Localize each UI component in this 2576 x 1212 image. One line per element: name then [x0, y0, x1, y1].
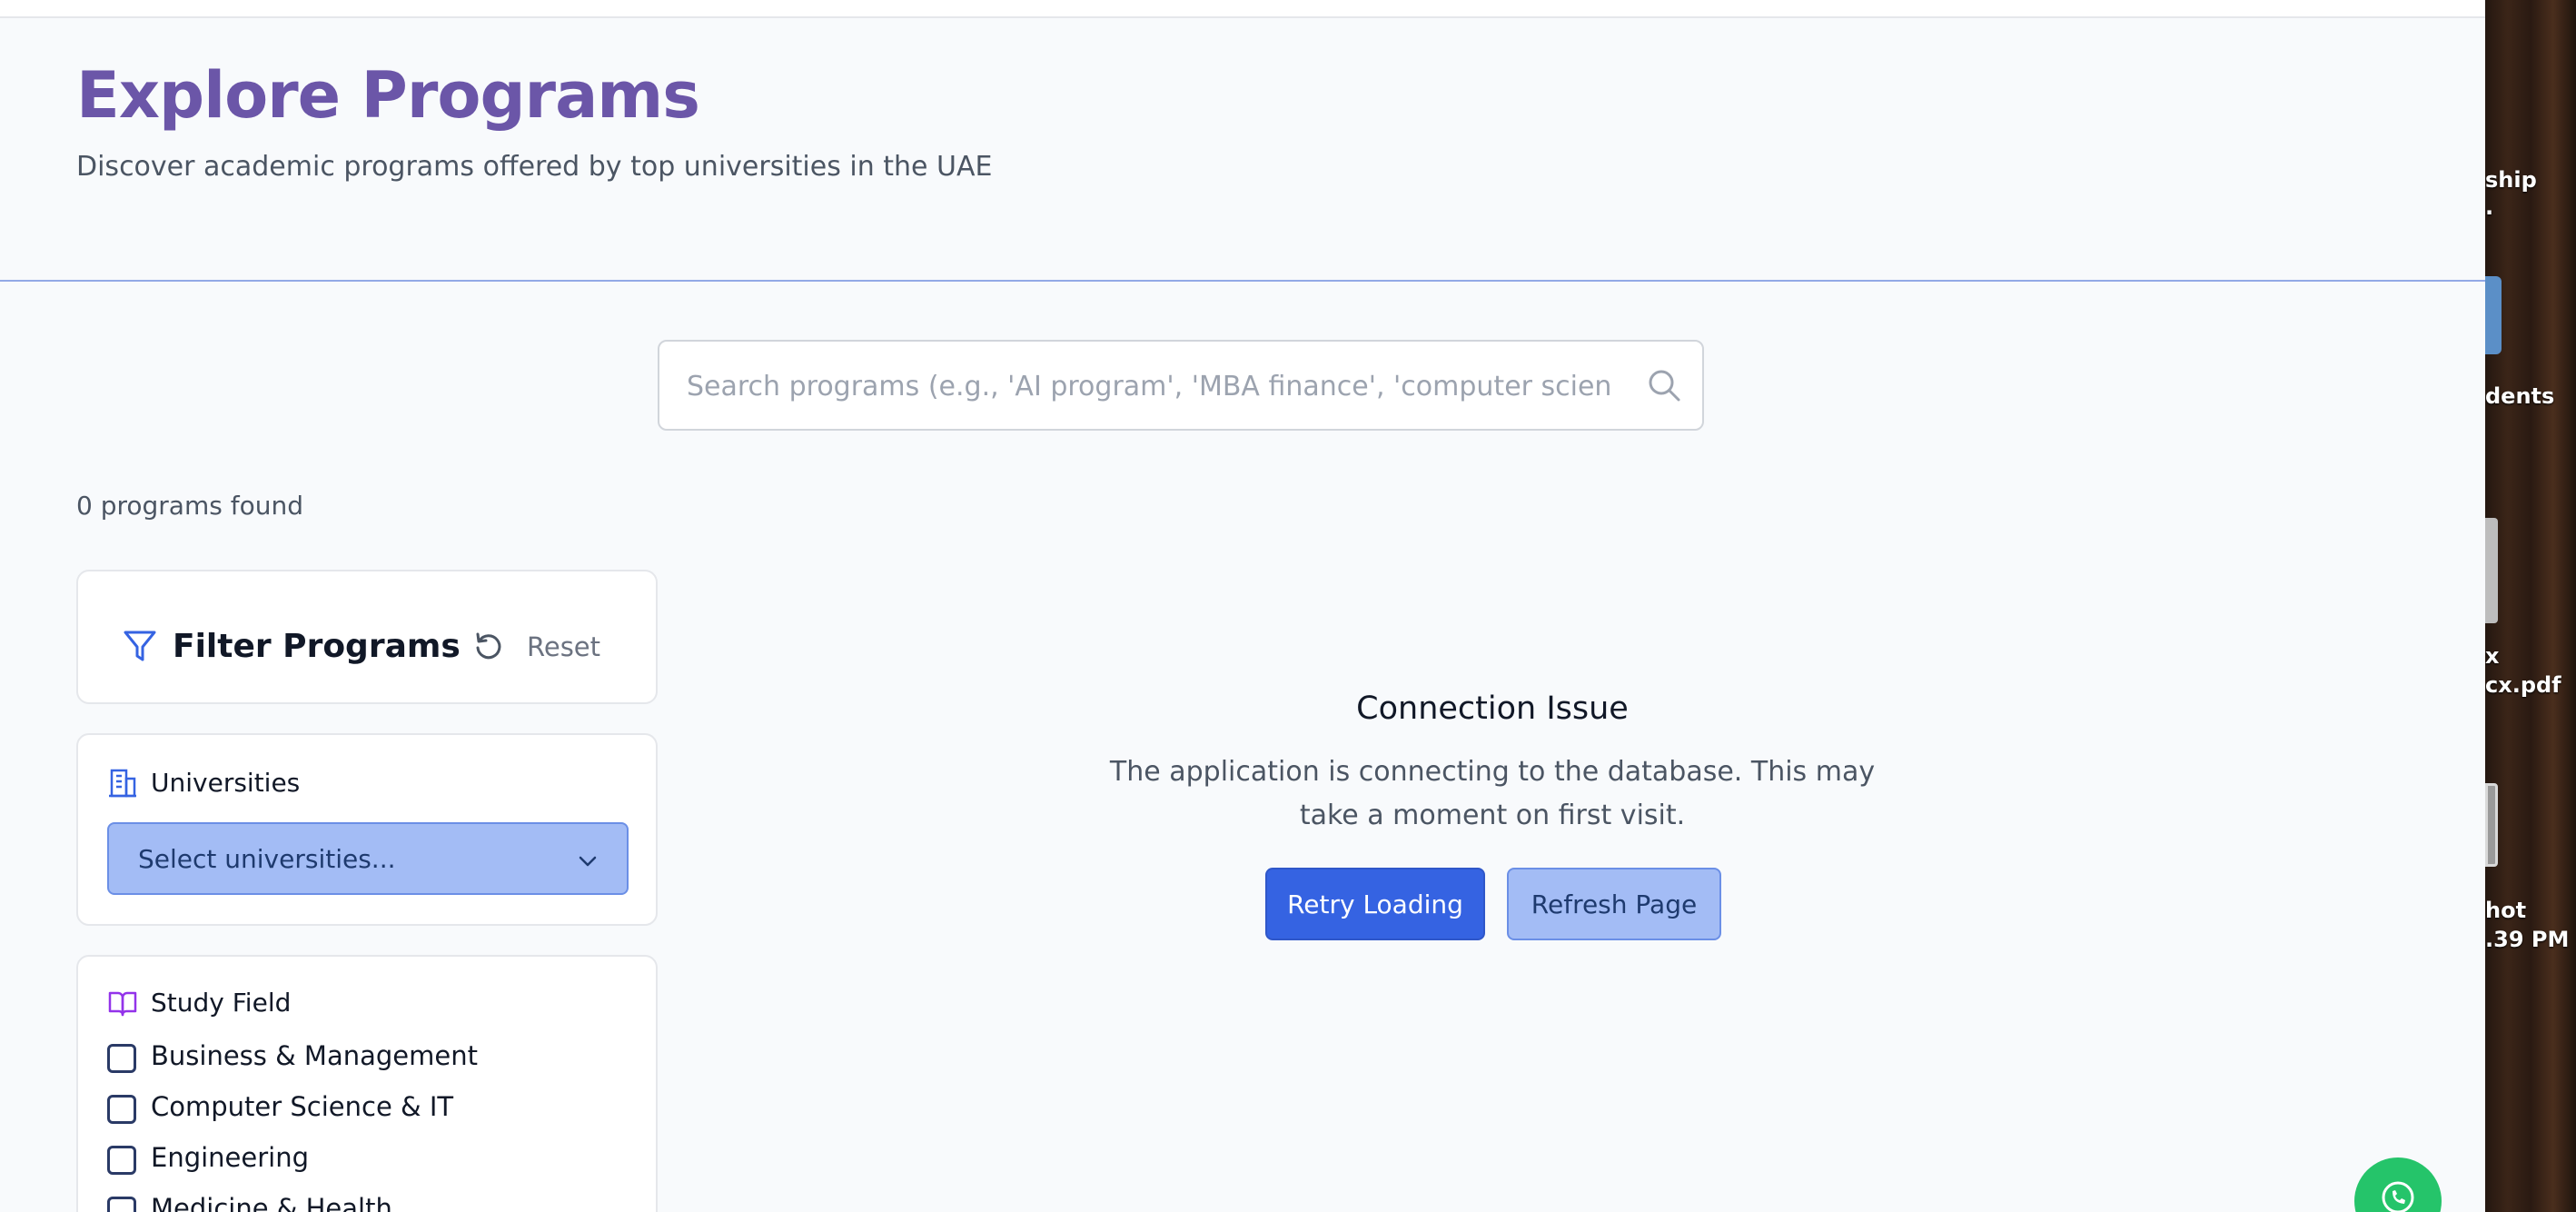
connection-issue-title: Connection Issue	[1356, 690, 1629, 727]
universities-select-placeholder: Select universities...	[138, 844, 396, 874]
reset-button[interactable]: Reset	[472, 622, 632, 670]
top-bar	[0, 0, 2485, 18]
study-field-option-label: Business & Management	[151, 1040, 478, 1071]
desktop-file-thumbnail[interactable]	[2485, 518, 2498, 623]
universities-select[interactable]: Select universities...	[107, 822, 629, 895]
connection-issue-message: The application is connecting to the dat…	[1109, 756, 1876, 831]
study-field-option[interactable]: Business & Management	[107, 1038, 616, 1078]
refresh-page-button[interactable]: Refresh Page	[1507, 868, 1721, 940]
search-input[interactable]	[687, 362, 1613, 411]
building-icon	[109, 769, 136, 798]
study-field-option[interactable]: Computer Science & IT	[107, 1089, 616, 1129]
retry-loading-button[interactable]: Retry Loading	[1265, 868, 1485, 940]
desktop-background: ship . dents x cx.pdf hot .39 PM	[2485, 0, 2576, 1212]
universities-filter-card: Universities Select universities...	[76, 733, 658, 926]
study-field-option-label: Engineering	[151, 1142, 309, 1173]
search-box	[658, 340, 1704, 431]
app-page: Explore Programs Discover academic progr…	[0, 0, 2485, 1212]
study-field-filter-card: Study Field Business & Management Comput…	[76, 955, 658, 1212]
page-subtitle: Discover academic programs offered by to…	[76, 151, 993, 183]
filter-title: Filter Programs	[173, 628, 461, 665]
study-field-label: Study Field	[151, 988, 292, 1018]
desktop-file-thumbnail[interactable]	[2485, 783, 2498, 867]
checkbox[interactable]	[107, 1044, 136, 1073]
page-header: Explore Programs Discover academic progr…	[0, 18, 2485, 282]
page-title: Explore Programs	[76, 58, 700, 133]
desktop-icon-label[interactable]: .	[2485, 194, 2493, 220]
desktop-icon-label[interactable]: x	[2485, 643, 2499, 669]
checkbox[interactable]	[107, 1197, 136, 1212]
book-icon	[108, 991, 137, 1017]
filter-header-card: Filter Programs Reset	[76, 570, 658, 704]
desktop-icon-label[interactable]: cx.pdf	[2485, 672, 2561, 698]
study-field-option-label: Computer Science & IT	[151, 1091, 454, 1122]
whatsapp-chat-button[interactable]	[2354, 1157, 2442, 1212]
study-field-option[interactable]: Engineering	[107, 1140, 616, 1180]
universities-label: Universities	[151, 768, 301, 798]
desktop-selected-icon[interactable]	[2485, 276, 2502, 354]
checkbox[interactable]	[107, 1146, 136, 1175]
filter-icon	[124, 631, 156, 661]
study-field-option[interactable]: Medicine & Health	[107, 1191, 616, 1212]
phone-icon	[2382, 1181, 2414, 1212]
reset-label: Reset	[527, 631, 601, 662]
results-count: 0 programs found	[76, 491, 303, 521]
checkbox[interactable]	[107, 1095, 136, 1124]
desktop-icon-label[interactable]: .39 PM	[2485, 927, 2569, 952]
search-icon[interactable]	[1646, 367, 1682, 403]
study-field-option-label: Medicine & Health	[151, 1193, 392, 1212]
desktop-icon-label[interactable]: hot	[2485, 898, 2526, 923]
desktop-icon-label[interactable]: dents	[2485, 383, 2554, 409]
chevron-down-icon	[579, 856, 597, 867]
reset-icon	[476, 632, 501, 660]
desktop-icon-label[interactable]: ship	[2485, 167, 2537, 193]
